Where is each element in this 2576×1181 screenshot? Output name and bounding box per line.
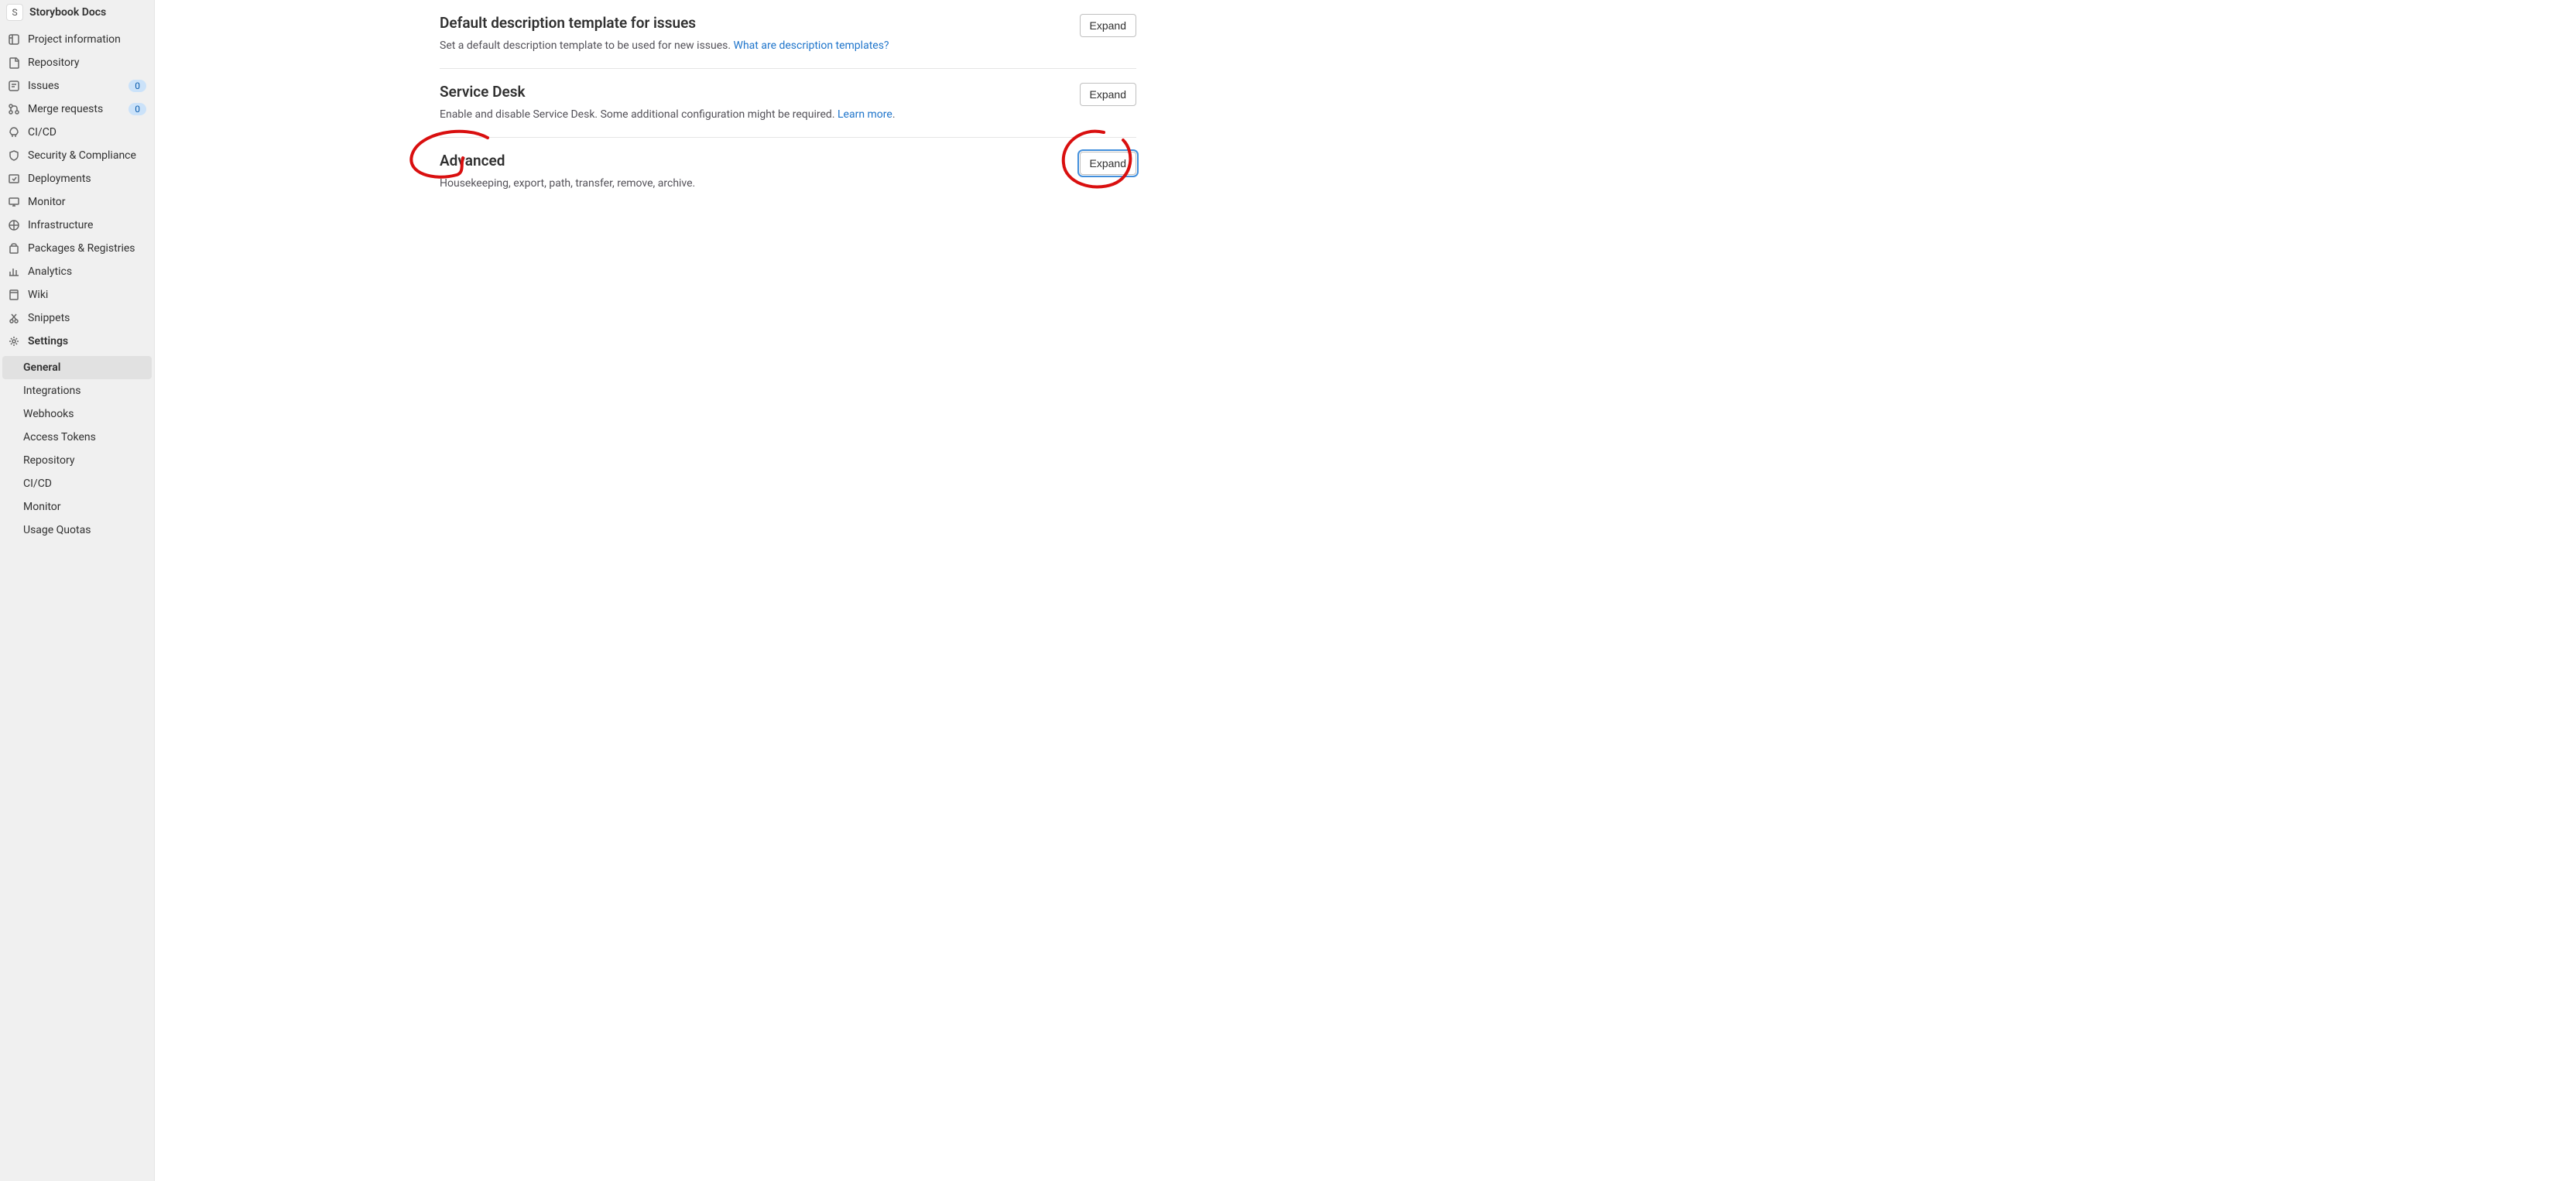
mr-count-badge: 0 xyxy=(128,103,146,115)
nav-label: Monitor xyxy=(28,196,146,208)
nav-item-repository[interactable]: Repository xyxy=(0,51,154,74)
nav-item-snippets[interactable]: Snippets xyxy=(0,306,154,330)
nav-label: Project information xyxy=(28,33,146,46)
section-desc: Housekeeping, export, path, transfer, re… xyxy=(440,176,1067,192)
nav-label: Packages & Registries xyxy=(28,242,146,255)
nav-label: Issues xyxy=(28,80,121,92)
subnav-item-access-tokens[interactable]: Access Tokens xyxy=(0,426,154,449)
subnav-item-monitor[interactable]: Monitor xyxy=(0,495,154,519)
section-desc-text: Housekeeping, export, path, transfer, re… xyxy=(440,177,695,190)
nav-item-cicd[interactable]: CI/CD xyxy=(0,121,154,144)
section-desc-post: . xyxy=(892,108,896,121)
subnav-item-integrations[interactable]: Integrations xyxy=(0,379,154,402)
settings-icon xyxy=(8,335,20,347)
project-avatar: S xyxy=(6,4,23,21)
project-title: Storybook Docs xyxy=(29,6,106,19)
nav-label: Infrastructure xyxy=(28,219,146,231)
section-title: Service Desk xyxy=(440,83,1067,101)
issues-icon xyxy=(8,80,20,92)
nav-label: CI/CD xyxy=(28,126,146,139)
nav-label: Merge requests xyxy=(28,103,121,115)
expand-button[interactable]: Expand xyxy=(1080,14,1136,37)
section-default-description-template: Default description template for issues … xyxy=(440,0,1136,68)
snippets-icon xyxy=(8,312,20,324)
section-advanced: Advanced Housekeeping, export, path, tra… xyxy=(440,137,1136,206)
nav-item-settings[interactable]: Settings xyxy=(0,330,154,353)
nav-item-analytics[interactable]: Analytics xyxy=(0,260,154,283)
nav-item-monitor[interactable]: Monitor xyxy=(0,190,154,214)
issues-count-badge: 0 xyxy=(128,80,146,92)
deploy-icon xyxy=(8,173,20,185)
merge-icon xyxy=(8,103,20,115)
subnav-item-general[interactable]: General xyxy=(2,356,152,379)
nav-item-security[interactable]: Security & Compliance xyxy=(0,144,154,167)
nav-label: Repository xyxy=(28,56,146,69)
expand-button[interactable]: Expand xyxy=(1080,152,1136,175)
nav-item-wiki[interactable]: Wiki xyxy=(0,283,154,306)
main-content: Default description template for issues … xyxy=(155,0,2576,1181)
analytics-icon xyxy=(8,265,20,278)
nav-item-infrastructure[interactable]: Infrastructure xyxy=(0,214,154,237)
info-icon xyxy=(8,33,20,46)
shield-icon xyxy=(8,149,20,162)
section-desc: Set a default description template to be… xyxy=(440,38,1067,54)
nav-item-issues[interactable]: Issues 0 xyxy=(0,74,154,98)
nav-list: Project information Repository Issues 0 … xyxy=(0,25,154,356)
nav-item-packages[interactable]: Packages & Registries xyxy=(0,237,154,260)
subnav-item-cicd[interactable]: CI/CD xyxy=(0,472,154,495)
description-templates-link[interactable]: What are description templates? xyxy=(734,39,889,52)
package-icon xyxy=(8,242,20,255)
nav-label: Analytics xyxy=(28,265,146,278)
wiki-icon xyxy=(8,289,20,301)
subnav-item-usage-quotas[interactable]: Usage Quotas xyxy=(0,519,154,542)
section-service-desk: Service Desk Enable and disable Service … xyxy=(440,68,1136,137)
sidebar: S Storybook Docs Project information Rep… xyxy=(0,0,155,1181)
section-title: Default description template for issues xyxy=(440,14,1067,32)
subnav-item-webhooks[interactable]: Webhooks xyxy=(0,402,154,426)
learn-more-link[interactable]: Learn more xyxy=(838,108,892,121)
nav-item-deployments[interactable]: Deployments xyxy=(0,167,154,190)
section-desc-text: Enable and disable Service Desk. Some ad… xyxy=(440,108,838,121)
section-desc-text: Set a default description template to be… xyxy=(440,39,734,52)
nav-label: Settings xyxy=(28,335,146,347)
rocket-icon xyxy=(8,126,20,139)
repo-icon xyxy=(8,56,20,69)
nav-item-project-information[interactable]: Project information xyxy=(0,28,154,51)
settings-subnav: General Integrations Webhooks Access Tok… xyxy=(0,356,154,542)
infra-icon xyxy=(8,219,20,231)
expand-button[interactable]: Expand xyxy=(1080,83,1136,106)
nav-label: Deployments xyxy=(28,173,146,185)
nav-label: Snippets xyxy=(28,312,146,324)
project-header[interactable]: S Storybook Docs xyxy=(0,0,154,25)
nav-label: Wiki xyxy=(28,289,146,301)
nav-item-merge-requests[interactable]: Merge requests 0 xyxy=(0,98,154,121)
subnav-item-repository[interactable]: Repository xyxy=(0,449,154,472)
monitor-icon xyxy=(8,196,20,208)
section-desc: Enable and disable Service Desk. Some ad… xyxy=(440,107,1067,123)
nav-label: Security & Compliance xyxy=(28,149,146,162)
section-title: Advanced xyxy=(440,152,1067,169)
